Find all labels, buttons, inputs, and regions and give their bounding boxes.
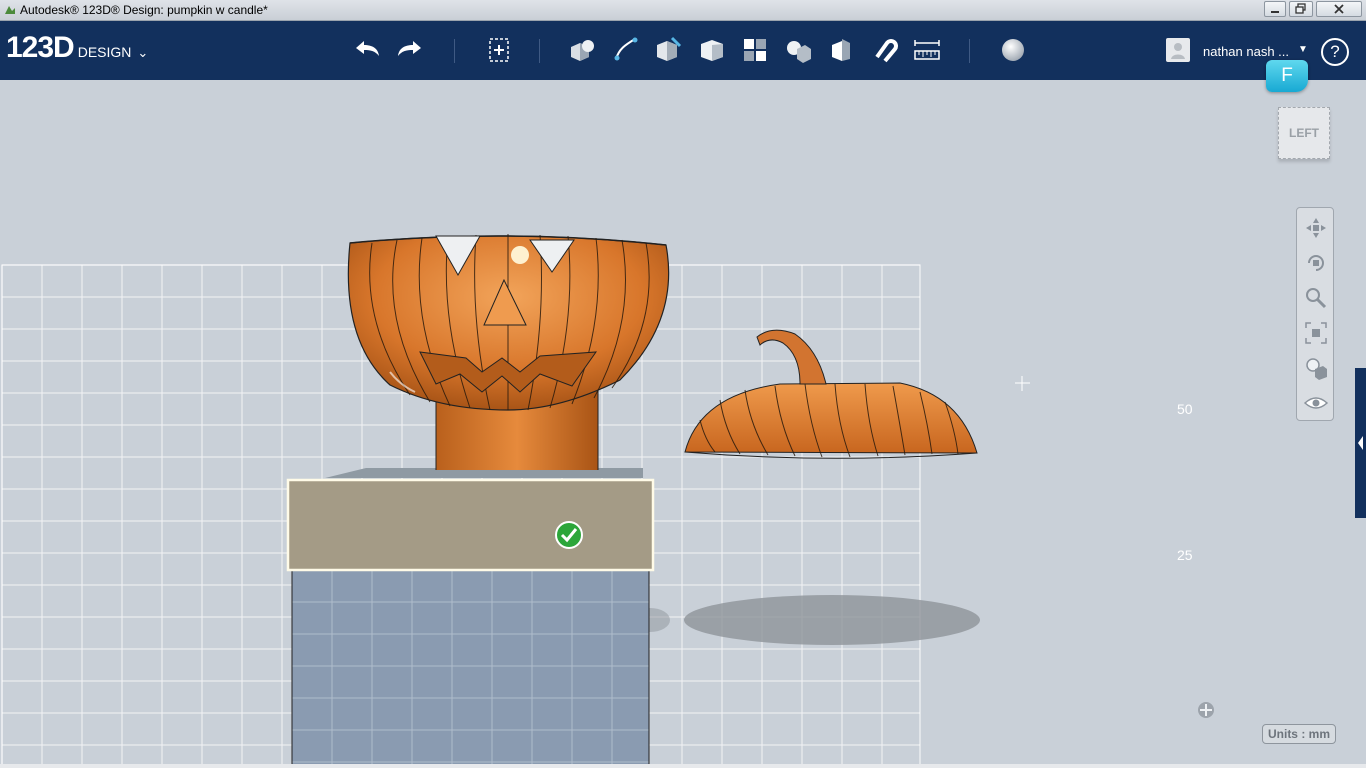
ruler-label-25: 25	[1177, 547, 1193, 563]
combine-icon[interactable]	[826, 35, 856, 65]
window-title: Autodesk® 123D® Design: pumpkin w candle…	[20, 3, 268, 17]
units-button[interactable]: Units : mm	[1262, 724, 1336, 744]
selected-face[interactable]	[286, 468, 655, 572]
undo-icon[interactable]	[352, 35, 382, 65]
logo-subtext: DESIGN	[77, 44, 132, 60]
user-name: nathan nash ...	[1203, 44, 1290, 59]
title-bar: Autodesk® 123D® Design: pumpkin w candle…	[0, 0, 1366, 21]
toolbar-separator	[539, 39, 540, 63]
grouping-icon[interactable]	[783, 35, 813, 65]
sketch-icon[interactable]	[611, 35, 641, 65]
navigation-bar	[1296, 207, 1334, 421]
projection-icon[interactable]	[1303, 355, 1329, 381]
construct-icon[interactable]	[654, 35, 684, 65]
transform-icon[interactable]	[484, 35, 514, 65]
orbit-icon[interactable]	[1303, 250, 1329, 276]
feedback-badge[interactable]: F	[1266, 60, 1308, 92]
confirm-check-icon[interactable]	[554, 520, 584, 550]
side-panel-tab[interactable]	[1355, 368, 1366, 518]
restore-icon	[1295, 3, 1306, 14]
minimize-button[interactable]	[1264, 1, 1286, 17]
modify-icon[interactable]	[697, 35, 727, 65]
taskbar-edge	[0, 764, 1366, 768]
primitives-icon[interactable]	[567, 35, 597, 65]
app-icon	[5, 6, 15, 14]
visibility-eye-icon[interactable]	[1303, 390, 1329, 416]
zoom-icon[interactable]	[1303, 285, 1329, 311]
view-cube-face: LEFT	[1289, 126, 1319, 140]
view-cube[interactable]: LEFT	[1278, 107, 1330, 159]
help-button[interactable]: ?	[1321, 38, 1349, 66]
measure-icon[interactable]	[912, 35, 942, 65]
chevron-down-icon: ▼	[1298, 44, 1308, 55]
orientation-icon[interactable]	[1196, 700, 1216, 720]
scene	[1, 234, 1030, 768]
user-icon	[1171, 43, 1185, 59]
chevron-left-icon	[1358, 436, 1363, 450]
lid-shadow	[684, 595, 980, 645]
base-box[interactable]	[291, 569, 650, 768]
app-menu-button[interactable]: 123D DESIGN ⌄	[6, 31, 148, 65]
minimize-icon	[1271, 11, 1279, 13]
close-icon	[1334, 4, 1344, 14]
viewport-3d[interactable]	[0, 80, 1366, 768]
main-toolbar: 123D DESIGN ⌄ nathan nash ... ▼ ?	[0, 21, 1366, 80]
redo-icon[interactable]	[395, 35, 425, 65]
logo-text: 123D	[6, 31, 75, 64]
ruler-label-50: 50	[1177, 401, 1193, 417]
snap-icon[interactable]	[869, 35, 899, 65]
pan-icon[interactable]	[1303, 215, 1329, 241]
toolbar-separator	[969, 39, 970, 63]
pattern-icon[interactable]	[740, 35, 770, 65]
restore-button[interactable]	[1289, 1, 1313, 17]
avatar	[1166, 38, 1190, 62]
close-button[interactable]	[1316, 1, 1362, 17]
toolbar-separator	[454, 39, 455, 63]
chevron-down-icon: ⌄	[137, 45, 149, 60]
pumpkin-lid[interactable]	[684, 329, 978, 459]
pumpkin-bowl[interactable]	[347, 234, 670, 411]
crosshair-cursor	[1015, 376, 1030, 391]
material-icon[interactable]	[998, 35, 1028, 65]
fit-view-icon[interactable]	[1303, 320, 1329, 346]
